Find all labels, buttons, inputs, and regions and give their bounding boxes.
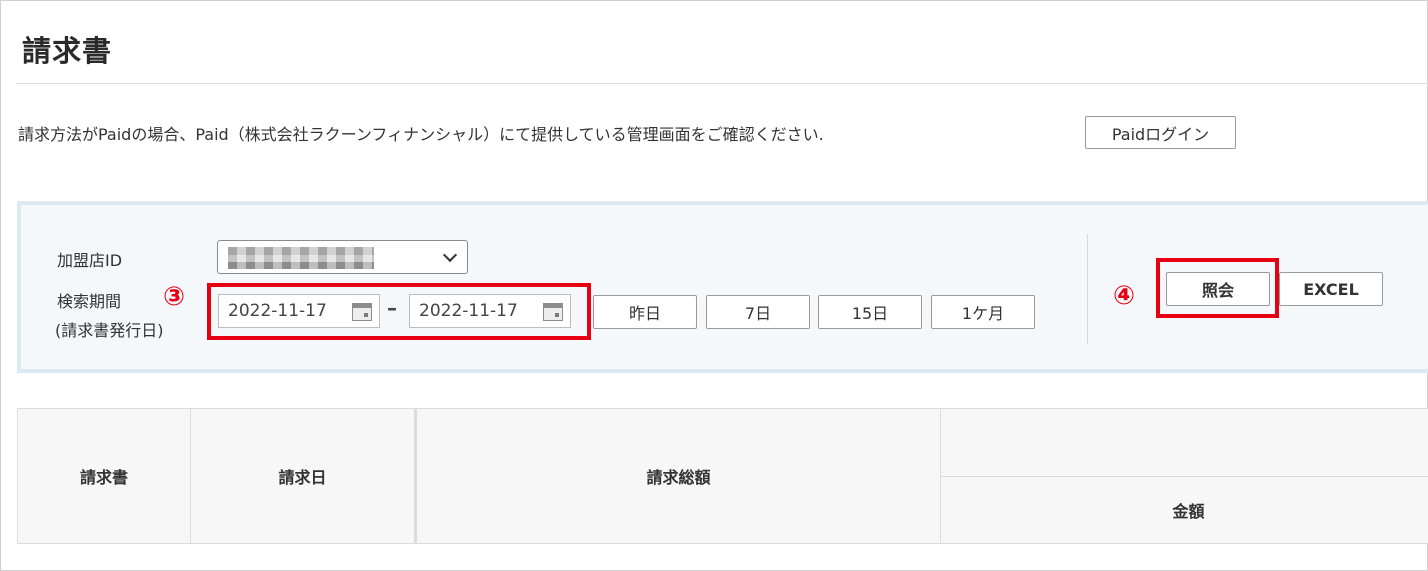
page-title: 請求書 xyxy=(22,34,113,68)
header-group xyxy=(940,408,1428,477)
quick-range-yesterday-button[interactable]: 昨日 xyxy=(593,295,697,329)
title-divider xyxy=(16,83,1428,84)
merchant-id-select[interactable] xyxy=(217,240,468,274)
step4-marker: ④ xyxy=(1113,281,1136,311)
excel-export-button[interactable]: EXCEL xyxy=(1279,272,1383,306)
merchant-id-label: 加盟店ID xyxy=(57,251,123,270)
date-to-value: 2022-11-17 xyxy=(419,301,518,321)
results-table: 請求書 請求日 請求総額 金額 xyxy=(17,408,1428,544)
date-to-input[interactable]: 2022-11-17 xyxy=(409,294,571,328)
paid-notice: 請求方法がPaidの場合、Paid（株式会社ラクーンフィナンシャル）にて提供して… xyxy=(18,125,824,144)
search-period-sublabel: (請求書発行日) xyxy=(55,321,164,340)
quick-range-15days-button[interactable]: 15日 xyxy=(818,295,922,329)
paid-login-button[interactable]: Paidログイン xyxy=(1085,116,1236,149)
search-period-label: 検索期間 xyxy=(57,292,122,311)
header-amount: 金額 xyxy=(940,475,1428,544)
quick-range-7days-button[interactable]: 7日 xyxy=(706,295,810,329)
redacted-merchant-id xyxy=(228,247,374,269)
search-button[interactable]: 照会 xyxy=(1166,272,1270,306)
date-from-input[interactable]: 2022-11-17 xyxy=(218,294,380,328)
header-total: 請求総額 xyxy=(415,408,941,544)
step3-marker: ③ xyxy=(163,282,186,312)
panel-divider xyxy=(1087,234,1088,344)
quick-range-1month-button[interactable]: 1ケ月 xyxy=(931,295,1035,329)
date-from-value: 2022-11-17 xyxy=(228,301,327,321)
header-invoice-date: 請求日 xyxy=(190,408,417,544)
header-invoice: 請求書 xyxy=(17,408,191,544)
chevron-down-icon xyxy=(442,247,458,263)
calendar-icon[interactable] xyxy=(352,303,372,321)
calendar-icon[interactable] xyxy=(543,303,563,321)
date-range-separator: – xyxy=(387,296,397,320)
